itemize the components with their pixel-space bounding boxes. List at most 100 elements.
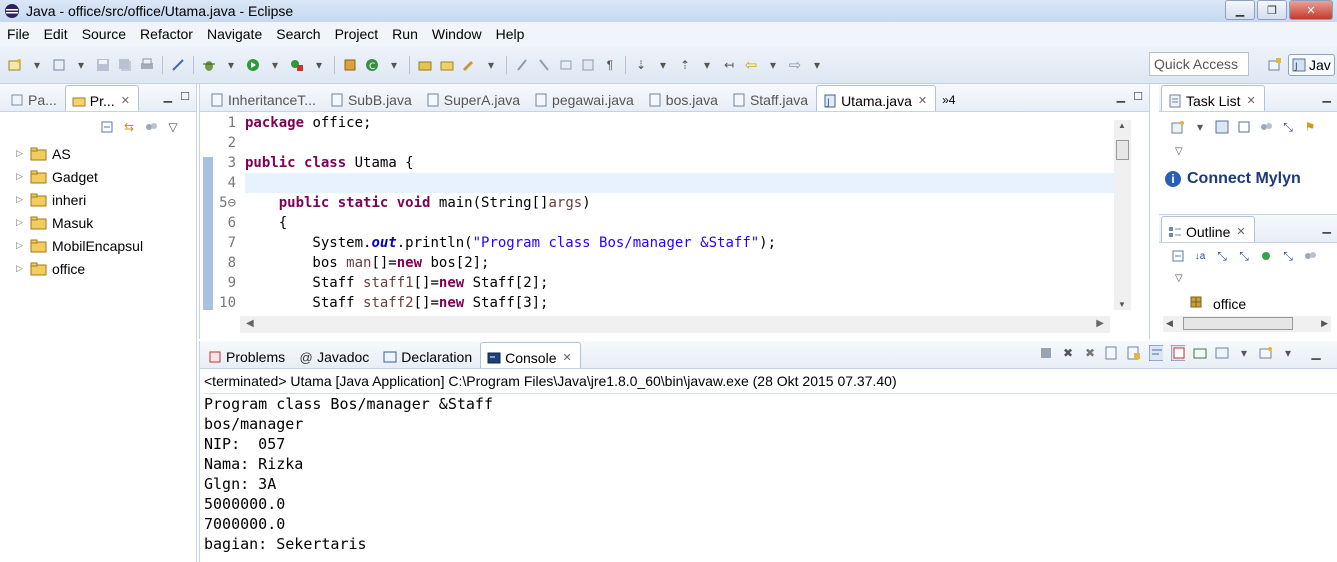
view-menu-icon[interactable]: ▽ bbox=[1175, 146, 1183, 157]
clear-console-icon[interactable] bbox=[1105, 346, 1119, 360]
categorized-icon[interactable] bbox=[1215, 120, 1229, 134]
new-task-icon[interactable] bbox=[1171, 120, 1185, 134]
new-java-class-icon[interactable]: C bbox=[365, 58, 379, 72]
menu-navigate[interactable]: Navigate bbox=[200, 26, 269, 42]
scroll-right-icon[interactable]: ▶ bbox=[1321, 318, 1328, 329]
menu-run[interactable]: Run bbox=[385, 26, 425, 42]
new-icon[interactable] bbox=[8, 58, 22, 72]
hide-non-public-icon[interactable] bbox=[1259, 249, 1273, 263]
menu-edit[interactable]: Edit bbox=[37, 26, 75, 42]
focus-icon[interactable] bbox=[1259, 120, 1273, 134]
remove-all-icon[interactable]: ✖ bbox=[1083, 346, 1097, 360]
open-console-icon[interactable] bbox=[1259, 346, 1273, 360]
mark-occurrences-icon[interactable] bbox=[559, 58, 573, 72]
outline-item-package[interactable]: office bbox=[1189, 295, 1246, 312]
expand-arrow-icon[interactable]: ▷ bbox=[16, 240, 26, 251]
tab-staff[interactable]: Staff.java bbox=[726, 85, 816, 111]
menu-project[interactable]: Project bbox=[328, 26, 386, 42]
minimize-view-icon[interactable]: ▁ bbox=[1117, 90, 1125, 103]
tree-item[interactable]: ▷ MobilEncapsul bbox=[0, 234, 143, 257]
annotation-prev-icon[interactable] bbox=[537, 58, 551, 72]
open-type-icon[interactable] bbox=[418, 58, 432, 72]
tab-declaration[interactable]: Declaration bbox=[377, 342, 480, 368]
vertical-scrollbar[interactable]: ▲ ▼ bbox=[1114, 120, 1131, 310]
close-button[interactable]: ✕ bbox=[1289, 0, 1333, 20]
connect-mylyn-link[interactable]: i Connect Mylyn bbox=[1165, 170, 1301, 188]
close-icon[interactable]: ✕ bbox=[563, 351, 572, 364]
chevron-down-icon[interactable]: ▾ bbox=[656, 58, 670, 72]
maximize-view-icon[interactable]: ☐ bbox=[1133, 90, 1143, 103]
expand-arrow-icon[interactable]: ▷ bbox=[16, 148, 26, 159]
tab-task-list[interactable]: Task List ✕ bbox=[1161, 85, 1265, 111]
tab-pegawai[interactable]: pegawai.java bbox=[528, 85, 642, 111]
expand-arrow-icon[interactable]: ▷ bbox=[16, 194, 26, 205]
tab-subb[interactable]: SubB.java bbox=[324, 85, 420, 111]
collapse-all-icon[interactable] bbox=[100, 120, 114, 134]
open-folder-icon[interactable] bbox=[440, 58, 454, 72]
tab-inheritance[interactable]: InheritanceT... bbox=[204, 85, 324, 111]
next-annotation-icon[interactable]: ⇣ bbox=[634, 58, 648, 72]
hide-local-types-icon[interactable]: ⤡ bbox=[1281, 249, 1295, 263]
menu-refactor[interactable]: Refactor bbox=[133, 26, 200, 42]
chevron-down-icon[interactable]: ▾ bbox=[810, 58, 824, 72]
horizontal-scrollbar[interactable]: ◀ ▶ bbox=[240, 316, 1110, 333]
minimize-view-icon[interactable]: ▁ bbox=[1323, 221, 1331, 234]
sort-icon[interactable]: ↓a bbox=[1193, 249, 1207, 263]
focus-icon[interactable] bbox=[1303, 249, 1317, 263]
chevron-down-icon[interactable]: ▾ bbox=[268, 58, 282, 72]
scrollbar-thumb[interactable] bbox=[1183, 317, 1293, 330]
tab-package-explorer[interactable]: Pa... bbox=[4, 85, 65, 111]
tab-overflow[interactable]: »4 bbox=[936, 85, 963, 111]
search-icon[interactable] bbox=[462, 58, 476, 72]
menu-window[interactable]: Window bbox=[425, 26, 489, 42]
code-area[interactable]: package office; public class Utama { pub… bbox=[245, 113, 1115, 310]
java-perspective-button[interactable]: J Jav bbox=[1288, 54, 1335, 76]
prev-annotation-icon[interactable]: ⇡ bbox=[678, 58, 692, 72]
menu-file[interactable]: File bbox=[0, 26, 37, 42]
chevron-down-icon[interactable]: ▾ bbox=[1237, 346, 1251, 360]
pin-console-icon[interactable] bbox=[1193, 346, 1207, 360]
maximize-button[interactable]: ❐ bbox=[1257, 0, 1287, 20]
tree-item[interactable]: ▷ Gadget bbox=[0, 165, 143, 188]
menu-help[interactable]: Help bbox=[489, 26, 532, 42]
tree-item[interactable]: ▷ AS bbox=[0, 142, 143, 165]
hide-completed-icon[interactable]: ⤡ bbox=[1281, 120, 1295, 134]
menu-search[interactable]: Search bbox=[269, 26, 327, 42]
new-type-icon[interactable] bbox=[52, 58, 66, 72]
tab-utama[interactable]: J Utama.java ✕ bbox=[816, 85, 937, 111]
close-icon[interactable]: ✕ bbox=[918, 94, 927, 107]
print-icon[interactable] bbox=[140, 58, 154, 72]
terminate-icon[interactable] bbox=[1039, 346, 1053, 360]
tab-problems[interactable]: Problems bbox=[202, 342, 293, 368]
back-arrow-icon[interactable]: ⇦ bbox=[744, 57, 758, 74]
scheduled-icon[interactable] bbox=[1237, 120, 1251, 134]
console-output[interactable]: Program class Bos/manager &Staff bos/man… bbox=[204, 393, 1337, 554]
scroll-lock-icon[interactable] bbox=[1127, 346, 1141, 360]
debug-icon[interactable] bbox=[202, 58, 216, 72]
menu-source[interactable]: Source bbox=[75, 26, 133, 42]
tab-bos[interactable]: bos.java bbox=[642, 85, 726, 111]
annotation-next-icon[interactable] bbox=[515, 58, 529, 72]
chevron-down-icon[interactable]: ▾ bbox=[30, 58, 44, 72]
close-icon[interactable]: ✕ bbox=[1246, 94, 1255, 107]
scroll-left-icon[interactable]: ◀ bbox=[1166, 318, 1173, 329]
scroll-down-icon[interactable]: ▼ bbox=[1118, 300, 1126, 309]
tree-item[interactable]: ▷ office bbox=[0, 257, 143, 280]
close-icon[interactable]: ✕ bbox=[121, 94, 130, 107]
chevron-down-icon[interactable]: ▾ bbox=[224, 58, 238, 72]
open-perspective-icon[interactable] bbox=[1262, 53, 1288, 77]
hide-static-icon[interactable]: ⤡ bbox=[1237, 249, 1251, 263]
remove-launch-icon[interactable]: ✖ bbox=[1061, 346, 1075, 360]
skip-breakpoints-icon[interactable] bbox=[171, 58, 185, 72]
scrollbar-thumb[interactable] bbox=[1116, 140, 1129, 160]
new-java-package-icon[interactable] bbox=[343, 58, 357, 72]
code-editor[interactable]: 1 2 3 4 5⊖ 6 7 8 9 10 package office; pu… bbox=[200, 113, 1149, 310]
scroll-up-icon[interactable]: ▲ bbox=[1118, 121, 1126, 130]
minimize-view-icon[interactable]: ▁ bbox=[164, 90, 172, 103]
word-wrap-icon[interactable] bbox=[1149, 345, 1163, 361]
display-selected-console-icon[interactable] bbox=[1215, 346, 1229, 360]
scroll-left-icon[interactable]: ◀ bbox=[246, 318, 254, 329]
expand-arrow-icon[interactable]: ▷ bbox=[16, 171, 26, 182]
minimize-button[interactable]: ▁ bbox=[1225, 0, 1255, 20]
tab-project-explorer[interactable]: Pr... ✕ bbox=[64, 85, 139, 111]
